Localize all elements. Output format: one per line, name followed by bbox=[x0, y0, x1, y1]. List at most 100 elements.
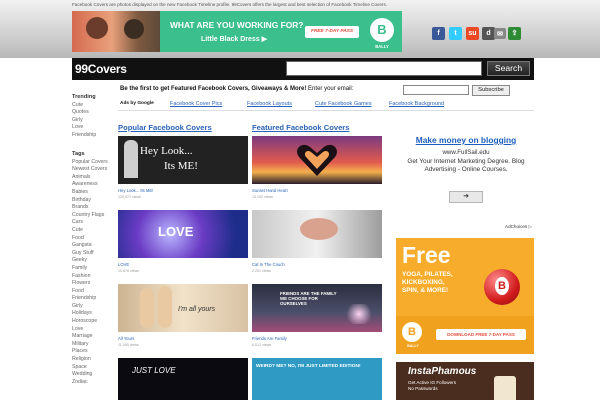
sidebar-item-tag[interactable]: Girly bbox=[72, 303, 108, 311]
cover-thumbnail[interactable]: JUST LOVE bbox=[118, 358, 248, 400]
email-field[interactable] bbox=[403, 85, 469, 95]
sidebar-item-tag[interactable]: Holidays bbox=[72, 310, 108, 318]
search-button[interactable]: Search bbox=[487, 61, 530, 76]
sidebar-item-tag[interactable]: Fashion bbox=[72, 273, 108, 281]
sidebar-item-tag[interactable]: Love bbox=[72, 326, 108, 334]
cover-thumbnail[interactable] bbox=[252, 210, 382, 258]
light-glow bbox=[344, 304, 374, 324]
top-ad-banner[interactable]: WHAT ARE YOU WORKING FOR? Little Black D… bbox=[72, 11, 402, 52]
sidebar-item-tag[interactable]: Space bbox=[72, 364, 108, 372]
finger-image bbox=[140, 288, 154, 328]
site-tagline: Facebook Covers are photos displayed on … bbox=[72, 2, 388, 7]
sidebar-item-tag[interactable]: Food bbox=[72, 288, 108, 296]
blogging-ad-url[interactable]: www.FullSail.edu bbox=[398, 149, 534, 156]
link-facebook-layouts[interactable]: Facebook Layouts bbox=[247, 101, 292, 107]
cover-views: 13,102 views bbox=[252, 195, 273, 199]
arrow-right-icon[interactable]: ➜ bbox=[449, 191, 483, 203]
sidebar-item-tag[interactable]: Newest Covers bbox=[72, 166, 108, 174]
insta-ad-sub: Get Active IG Followers No Passwords bbox=[408, 380, 456, 392]
sidebar-item-tag[interactable]: Gangsta bbox=[72, 242, 108, 250]
bally-ball-icon bbox=[484, 269, 520, 305]
adchoices-link[interactable]: AdChoices ▷ bbox=[505, 224, 532, 230]
cover-views: 6,012 views bbox=[252, 343, 271, 347]
sidebar-item-tag[interactable]: Food bbox=[72, 235, 108, 243]
sidebar-item-tag[interactable]: Popular Covers bbox=[72, 159, 108, 167]
finger-image bbox=[158, 286, 172, 328]
sidebar-item-tag[interactable]: Horoscope bbox=[72, 318, 108, 326]
share-icon[interactable]: ⇪ bbox=[508, 27, 521, 40]
link-cute-facebook-games[interactable]: Cute Facebook Games bbox=[315, 101, 372, 107]
sidebar-item-trending[interactable]: Girly bbox=[72, 117, 96, 125]
popular-covers-heading[interactable]: Popular Facebook Covers bbox=[118, 123, 212, 132]
cover-image-text: Its ME! bbox=[164, 160, 198, 172]
link-facebook-background[interactable]: Facebook Background bbox=[389, 101, 444, 107]
cover-title[interactable]: Cat In The Couch bbox=[252, 262, 285, 267]
bally-logo-icon: B bbox=[370, 18, 394, 42]
main-navbar: 99Covers Search bbox=[72, 58, 534, 80]
promo-bold-text: Be the first to get Featured Facebook Co… bbox=[120, 86, 307, 92]
sidebar-item-tag[interactable]: Religion bbox=[72, 356, 108, 364]
sidebar-item-tag[interactable]: Geeky bbox=[72, 257, 108, 265]
cover-title[interactable]: LOVE bbox=[118, 262, 129, 267]
email-share-icon[interactable]: ✉ bbox=[494, 28, 506, 39]
cover-thumbnail[interactable] bbox=[252, 136, 382, 184]
bally-logo-icon: B bbox=[402, 322, 422, 342]
sidebar-item-tag[interactable]: Cute bbox=[72, 227, 108, 235]
tags-list: Tags Popular Covers Newest Covers Animal… bbox=[72, 151, 108, 386]
bally-logo-text: BALLY bbox=[407, 344, 419, 348]
cover-thumbnail[interactable]: LOVE bbox=[118, 210, 248, 258]
cover-thumbnail[interactable]: FRIENDS ARE THE FAMILY WE CHOOSE FOR OUR… bbox=[252, 284, 382, 332]
bally-download-pass-button[interactable]: DOWNLOAD FREE 7-DAY PASS bbox=[436, 329, 526, 340]
sidebar-item-tag[interactable]: Awareness bbox=[72, 181, 108, 189]
sidebar-item-tag[interactable]: Country Flags bbox=[72, 212, 108, 220]
sidebar-item-trending[interactable]: Love bbox=[72, 124, 96, 132]
cover-image-text: LOVE bbox=[158, 224, 194, 239]
featured-covers-heading[interactable]: Featured Facebook Covers bbox=[252, 123, 349, 132]
sidebar-item-tag[interactable]: Places bbox=[72, 348, 108, 356]
sidebar-item-tag[interactable]: Babies bbox=[72, 189, 108, 197]
instaphamous-ad[interactable]: InstaPhamous Get Active IG Followers No … bbox=[396, 362, 534, 400]
subscribe-button[interactable]: Subscribe bbox=[472, 85, 510, 96]
sidebar-item-trending[interactable]: Friendship bbox=[72, 132, 96, 140]
cover-title[interactable]: Sunset Hand Heart bbox=[252, 188, 288, 193]
facebook-share-icon[interactable]: f bbox=[432, 27, 445, 40]
trending-title: Trending bbox=[72, 94, 96, 100]
trending-list: Trending Cute Quotes Girly Love Friendsh… bbox=[72, 94, 96, 140]
sidebar-item-tag[interactable]: Guy Stuff bbox=[72, 250, 108, 258]
sidebar-item-tag[interactable]: Friendship bbox=[72, 295, 108, 303]
sidebar-item-tag[interactable]: Birthday bbox=[72, 197, 108, 205]
ad-free-pass-button[interactable]: FREE 7-DAY PASS bbox=[305, 26, 359, 38]
stumbleupon-share-icon[interactable]: su bbox=[466, 27, 479, 40]
site-logo[interactable]: 99Covers bbox=[75, 62, 127, 76]
sidebar-item-tag[interactable]: Marriage bbox=[72, 333, 108, 341]
sidebar-item-tag[interactable]: Military bbox=[72, 341, 108, 349]
link-facebook-cover-pics[interactable]: Facebook Cover Pics bbox=[170, 101, 222, 107]
cover-thumbnail[interactable]: Hey Look... Its ME! bbox=[118, 136, 248, 184]
quote-mark-icon bbox=[124, 140, 138, 178]
sidebar-item-trending[interactable]: Quotes bbox=[72, 109, 96, 117]
heart-hands-icon bbox=[297, 144, 337, 176]
cover-title[interactable]: Friends Are Family bbox=[252, 336, 287, 341]
sidebar-item-tag[interactable]: Flowers bbox=[72, 280, 108, 288]
sidebar-item-tag[interactable]: Brands bbox=[72, 204, 108, 212]
search-input[interactable] bbox=[286, 61, 482, 76]
cover-thumbnail[interactable]: WEIRD? ME? NO, I'M JUST LIMITED EDITION! bbox=[252, 358, 382, 400]
insta-ad-line: Get Active IG Followers bbox=[408, 380, 456, 385]
sidebar-item-tag[interactable]: Family bbox=[72, 265, 108, 273]
sidebar-item-tag[interactable]: Zodiac bbox=[72, 379, 108, 387]
cover-title[interactable]: Hey Look... Its ME! bbox=[118, 188, 153, 193]
cover-title[interactable]: All Yours bbox=[118, 336, 134, 341]
blogging-ad-body: Get Your Internet Marketing Degree. Blog… bbox=[407, 158, 525, 173]
ads-by-google-label[interactable]: Ads by Google bbox=[120, 101, 154, 106]
sidebar-item-tag[interactable]: Cars bbox=[72, 219, 108, 227]
sidebar-item-tag[interactable]: Wedding bbox=[72, 371, 108, 379]
sidebar-item-tag[interactable]: Animals bbox=[72, 174, 108, 182]
email-signup-promo: Be the first to get Featured Facebook Co… bbox=[120, 86, 353, 92]
bally-ad[interactable]: Free YOGA, PILATES, KICKBOXING, SPIN, & … bbox=[396, 238, 534, 354]
cover-image-text: Hey Look... bbox=[140, 145, 193, 157]
sidebar-item-trending[interactable]: Cute bbox=[72, 102, 96, 110]
cover-thumbnail[interactable]: I'm all yours bbox=[118, 284, 248, 332]
twitter-share-icon[interactable]: t bbox=[449, 27, 462, 40]
cover-image-text: JUST LOVE bbox=[132, 366, 176, 375]
blogging-ad-title[interactable]: Make money on blogging bbox=[398, 135, 534, 145]
